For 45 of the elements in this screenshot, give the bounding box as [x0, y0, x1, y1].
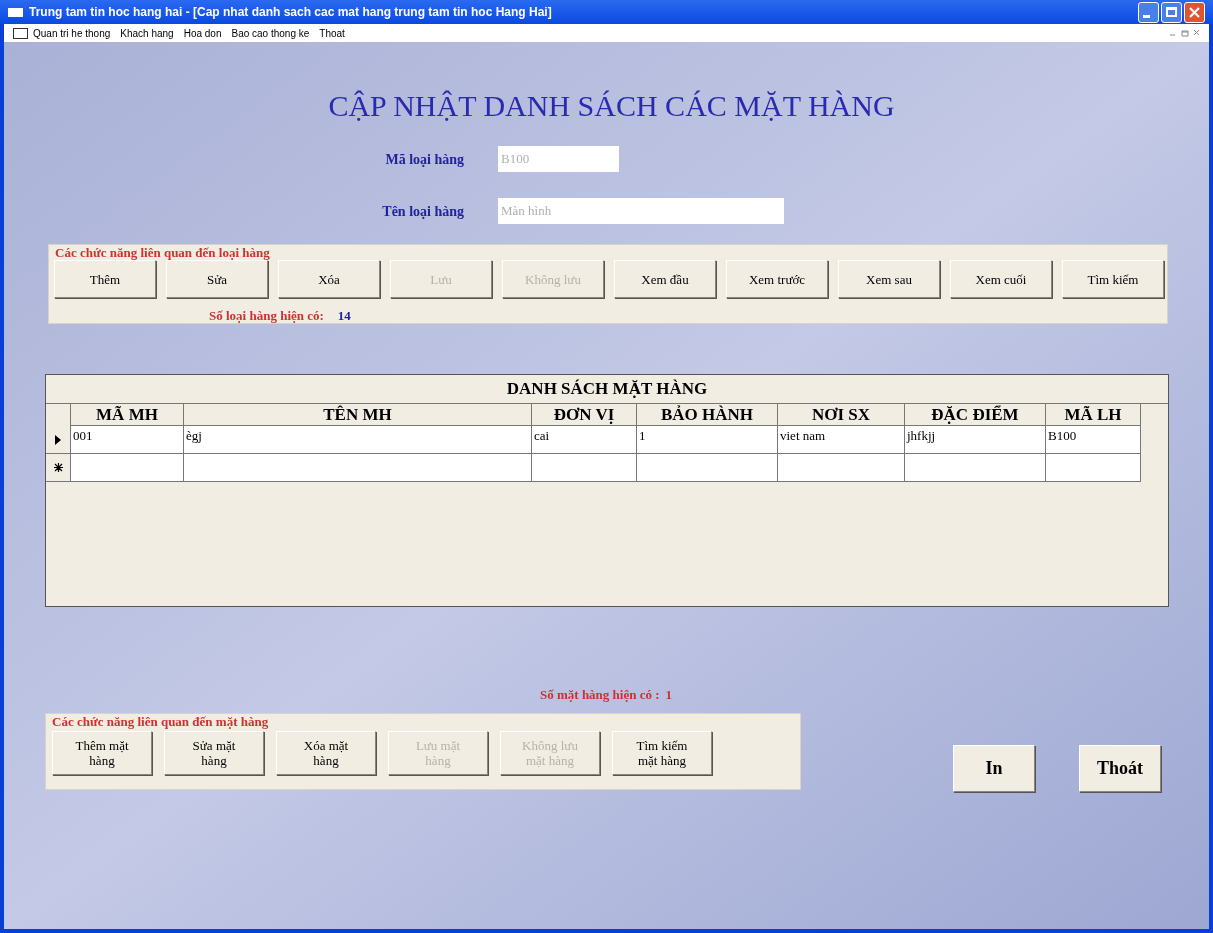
count-label: Số loại hàng hiện có:: [209, 307, 324, 325]
window-title: Trung tam tin hoc hang hai - [Cap nhat danh sach cac mat hang trung tam tin hoc Hang Hai]: [29, 4, 552, 21]
action-button[interactable]: Thêm mặt hàng: [52, 730, 152, 775]
menu-item[interactable]: Bao cao thong ke: [231, 25, 310, 41]
new-row-icon: [53, 463, 63, 472]
field-label: Mã loại hàng: [384, 150, 465, 169]
minimize-icon[interactable]: [1138, 1, 1159, 23]
action-button[interactable]: Thoát: [1079, 744, 1161, 792]
count-value: 1: [665, 686, 673, 704]
current-row-icon: [55, 434, 61, 445]
table-cell: ègj: [184, 426, 532, 454]
form-heading: CẬP NHẬT DANH SÁCH CÁC MẶT HÀNG: [327, 88, 896, 124]
action-button[interactable]: Xem sau: [838, 260, 940, 298]
action-button[interactable]: Tìm kiếm mặt hàng: [612, 730, 712, 775]
group-title: Các chức năng liên quan đến loại hàng: [55, 244, 270, 262]
action-button[interactable]: Xem đầu: [614, 260, 716, 298]
maximize-icon[interactable]: [1161, 1, 1182, 23]
action-button[interactable]: Xóa mặt hàng: [276, 730, 376, 775]
action-button[interactable]: Xem trước: [726, 260, 828, 298]
action-button[interactable]: Tìm kiếm: [1062, 260, 1164, 298]
window-icon: [8, 7, 23, 17]
child-window-controls-icon[interactable]: [1170, 29, 1200, 37]
action-button[interactable]: Sửa: [166, 260, 268, 298]
group-title: Các chức năng liên quan đến mặt hàng: [52, 712, 269, 731]
close-icon[interactable]: [1184, 1, 1205, 23]
table-cell: jhfkjj: [905, 426, 1046, 454]
grid-title: DANH SÁCH MẶT HÀNG: [505, 378, 709, 400]
menu-item[interactable]: Quan tri he thong: [33, 25, 111, 41]
menu-item[interactable]: Hoa don: [183, 25, 222, 41]
action-button[interactable]: Xóa: [278, 260, 380, 298]
form-icon: [13, 27, 28, 39]
table-cell: 001: [71, 426, 184, 454]
menu-item[interactable]: Khach hang: [120, 25, 174, 41]
table-cell: cai: [532, 426, 637, 454]
action-button[interactable]: In: [953, 744, 1035, 792]
action-button[interactable]: Xem cuối: [950, 260, 1052, 298]
count-label: Số mặt hàng hiện có :: [540, 686, 660, 704]
menu-item[interactable]: Thoat: [319, 25, 345, 41]
table-cell: viet nam: [778, 426, 905, 454]
field-label: Tên loại hàng: [381, 202, 465, 221]
action-button[interactable]: Thêm: [54, 260, 156, 298]
table-cell: B100: [1046, 426, 1141, 454]
table-cell: 1: [637, 426, 778, 454]
action-button[interactable]: Sửa mặt hàng: [164, 730, 264, 775]
count-value: 14: [337, 307, 351, 325]
